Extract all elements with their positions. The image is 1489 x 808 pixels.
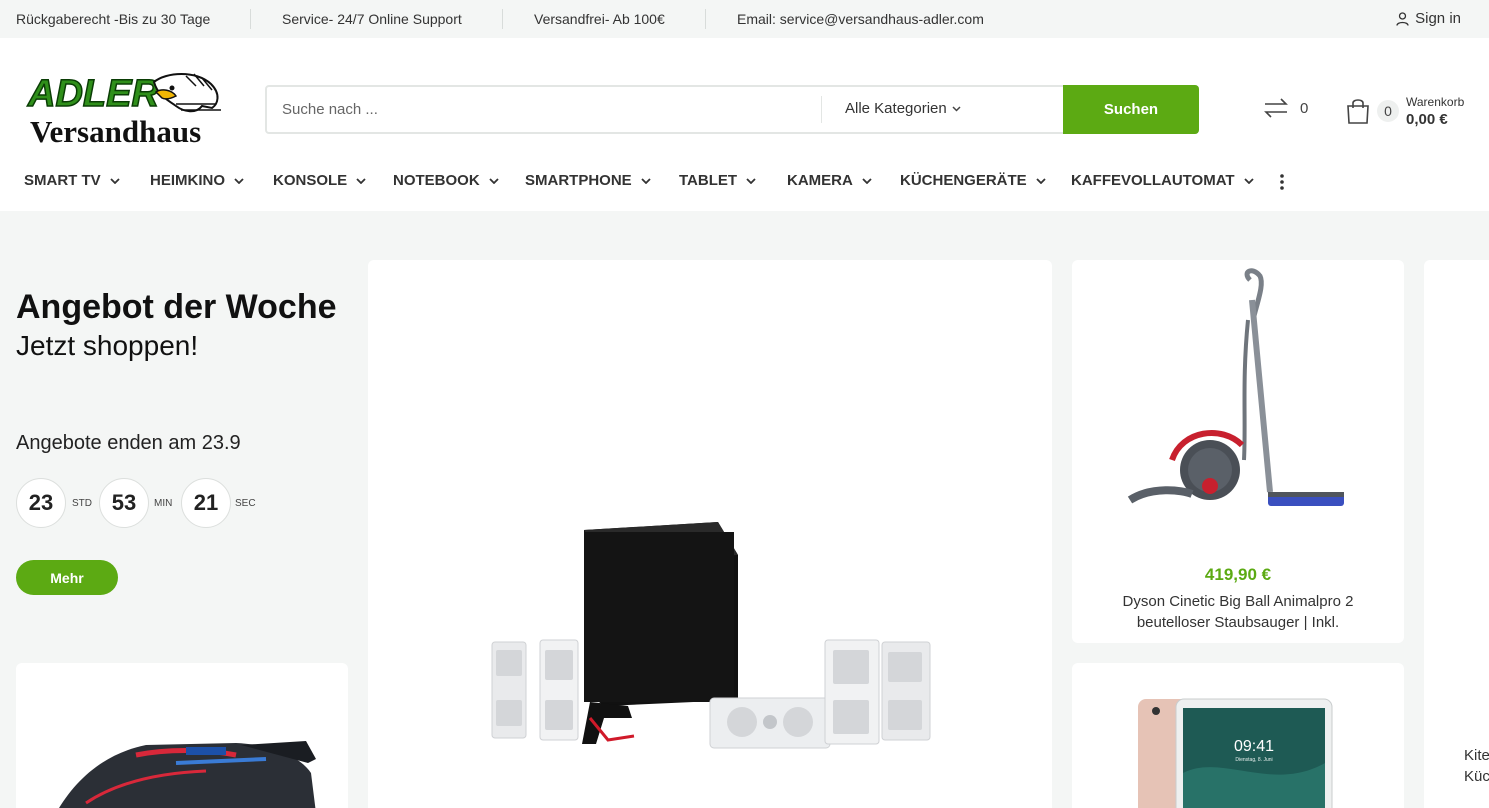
cart-label: Warenkorb [1406,95,1465,109]
more-button[interactable]: Mehr [16,560,118,595]
chevron-down-icon [110,177,120,184]
return-policy-text: Rückgaberecht -Bis zu 30 Tage [16,11,211,27]
signin-label: Sign in [1415,10,1461,27]
deal-end-date: Angebote enden am 23.9 [16,432,241,454]
partial-name-line: Küc [1464,768,1489,785]
nav-item-label: TABLET [679,172,738,189]
tablet-date: Dienstag, 8. Juni [1235,757,1272,763]
user-icon [1396,11,1409,26]
chevron-down-icon [952,105,961,112]
nav-item-konsole[interactable]: KONSOLE [273,172,366,189]
search-button[interactable]: Suchen [1063,85,1199,134]
cart-total: 0,00 € [1406,111,1448,128]
cart-count-badge: 0 [1377,100,1399,122]
chevron-down-icon [489,177,499,184]
nav-item-smartphone[interactable]: SMARTPHONE [525,172,651,189]
category-select[interactable]: Alle Kategorien [845,100,961,117]
search-bar: Alle Kategorien Suchen [265,85,1199,134]
product-card-partial[interactable]: Kite Küc [1424,260,1489,808]
partial-name-line: Kite [1464,747,1489,764]
chevron-down-icon [356,177,366,184]
nav-item-label: SMARTPHONE [525,172,632,189]
shipping-text: Versandfrei- Ab 100€ [534,11,665,27]
eagle-icon [152,73,221,113]
chevron-down-icon [746,177,756,184]
nav-item-kuechengeraete[interactable]: KÜCHENGERÄTE [900,172,1046,189]
divider [502,9,503,29]
nav-item-kaffevollautomat[interactable]: KAFFEVOLLAUTOMAT [1071,172,1254,189]
nav-item-label: KAMERA [787,172,853,189]
product-card-rc-car[interactable] [16,663,348,808]
nav-item-label: NOTEBOOK [393,172,480,189]
nav-item-tablet[interactable]: TABLET [679,172,756,189]
rc-car-image [59,741,316,808]
deal-of-week: Angebot der Woche Jetzt shoppen! Angebot… [16,287,346,595]
nav-item-label: KÜCHENGERÄTE [900,172,1027,189]
countdown-minutes-unit: MIN [154,498,173,509]
main-nav: SMART TV HEIMKINO KONSOLE NOTEBOOK SMART… [0,172,1489,192]
shopping-bag-icon [1347,99,1369,124]
product-name-partial: Kite Küc [1464,745,1489,787]
product-card-vacuum[interactable]: 419,90 € Dyson Cinetic Big Ball Animalpr… [1072,260,1404,643]
logo-text-adler: ADLER [27,73,159,115]
chevron-down-icon [862,177,872,184]
vacuum-image [1127,268,1344,506]
nav-item-label: KONSOLE [273,172,348,189]
chevron-down-icon [234,177,244,184]
nav-item-kamera[interactable]: KAMERA [787,172,872,189]
divider [250,9,251,29]
deal-title: Angebot der Woche [16,288,337,326]
countdown-hours: 23 [16,478,66,528]
divider [705,9,706,29]
cart-summary: Warenkorb 0,00 € [1406,94,1464,128]
compare-arrows-icon [1264,98,1288,118]
chevron-down-icon [1036,177,1046,184]
countdown-seconds: 21 [181,478,231,528]
site-logo[interactable]: ADLER Versandhaus [26,70,226,146]
signin-link[interactable]: Sign in [1396,10,1461,27]
countdown-seconds-unit: SEC [235,498,256,509]
speaker-set-image: Teufel [491,522,931,749]
product-card-speaker-set[interactable]: Teufel [368,260,1052,808]
category-select-label: Alle Kategorien [845,100,947,117]
product-price: 419,90 € [1204,565,1272,584]
compare-link[interactable]: 0 [1262,96,1308,120]
product-card-tablet[interactable]: 09:41 Dienstag, 8. Juni [1072,663,1404,808]
nav-item-label: SMART TV [24,172,101,189]
header: ADLER Versandhaus Alle Kategorien Suchen… [0,38,1489,211]
nav-item-label: KAFFEVOLLAUTOMAT [1071,172,1235,189]
product-name[interactable]: Dyson Cinetic Big Ball Animalpro 2 beute… [1108,591,1368,633]
compare-count: 0 [1300,99,1309,117]
nav-item-notebook[interactable]: NOTEBOOK [393,172,499,189]
countdown-hours-unit: STD [72,498,92,509]
divider [821,96,822,123]
countdown-minutes: 53 [99,478,149,528]
deal-subtitle: Jetzt shoppen! [16,330,199,361]
tablet-image: 09:41 Dienstag, 8. Juni [1138,698,1333,808]
email-text[interactable]: Email: service@versandhaus-adler.com [737,11,984,27]
logo-text-versandhaus: Versandhaus [30,114,201,146]
countdown-timer: 23 STD 53 MIN 21 SEC [16,478,316,528]
cart-link[interactable]: 0 Warenkorb 0,00 € [1345,94,1464,128]
speaker-brand-label: Teufel [644,712,663,719]
search-input[interactable] [267,87,820,132]
chevron-down-icon [641,177,651,184]
service-text: Service- 24/7 Online Support [282,11,462,27]
tablet-time: 09:41 [1234,738,1274,755]
nav-item-smart-tv[interactable]: SMART TV [24,172,120,189]
chevron-down-icon [1243,177,1254,184]
nav-item-label: HEIMKINO [150,172,225,189]
more-vertical-icon[interactable] [1277,172,1287,192]
nav-item-heimkino[interactable]: HEIMKINO [150,172,244,189]
top-bar: Rückgaberecht -Bis zu 30 Tage Service- 2… [0,0,1489,38]
